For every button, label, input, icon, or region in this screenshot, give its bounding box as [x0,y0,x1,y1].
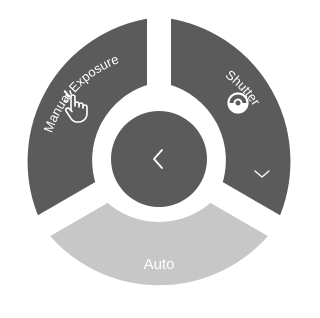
mode-dial: Manual Exposure Shutter Auto [19,10,299,294]
back-button[interactable] [111,111,207,207]
auto-segment[interactable]: Auto [40,194,278,294]
auto-segment-shape [40,194,278,294]
auto-label: Auto [144,256,175,273]
